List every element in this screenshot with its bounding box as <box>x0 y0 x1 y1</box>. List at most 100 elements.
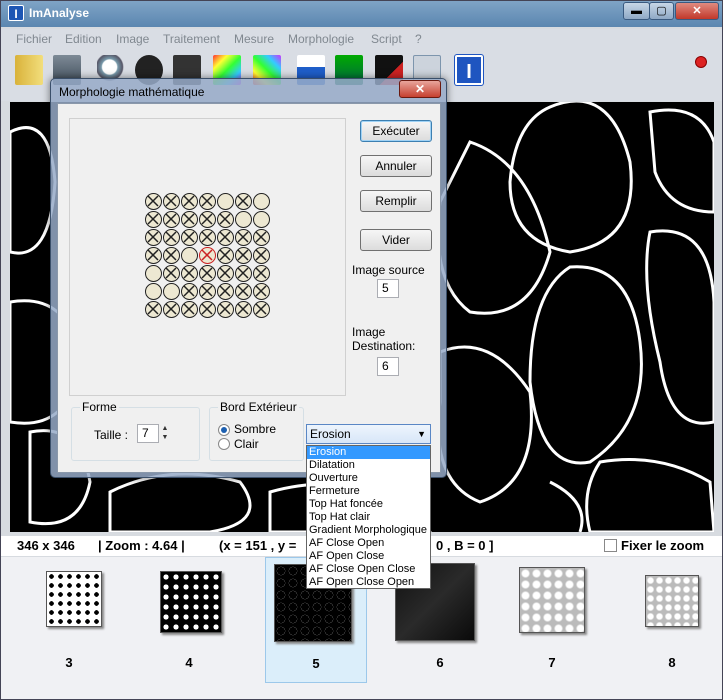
se-cell[interactable] <box>253 229 270 246</box>
se-cell[interactable] <box>181 247 198 264</box>
executer-button[interactable]: Exécuter <box>360 120 432 142</box>
menu-mesure[interactable]: Mesure <box>234 32 274 46</box>
sombre-label: Sombre <box>234 422 277 436</box>
image-source-input[interactable]: 5 <box>377 279 399 298</box>
se-cell[interactable] <box>235 211 252 228</box>
se-cell[interactable] <box>163 301 180 318</box>
se-cell[interactable] <box>163 265 180 282</box>
se-cell[interactable] <box>199 247 216 264</box>
maximize-button[interactable]: ▢ <box>649 2 674 20</box>
operation-option[interactable]: Top Hat clair <box>307 511 430 524</box>
operation-option[interactable]: AF Close Open <box>307 537 430 550</box>
se-cell[interactable] <box>199 265 216 282</box>
se-cell[interactable] <box>199 229 216 246</box>
se-cell[interactable] <box>217 247 234 264</box>
annuler-button[interactable]: Annuler <box>360 155 432 177</box>
se-cell[interactable] <box>199 193 216 210</box>
se-cell[interactable] <box>235 247 252 264</box>
operation-select[interactable]: Erosion ▼ <box>306 424 431 444</box>
se-cell[interactable] <box>217 229 234 246</box>
thumbnail-8[interactable]: 8 <box>621 557 723 681</box>
thumbnail-label: 4 <box>185 655 193 670</box>
operation-option[interactable]: Top Hat foncée <box>307 498 430 511</box>
dialog-close-button[interactable]: ✕ <box>399 80 441 98</box>
se-cell[interactable] <box>181 283 198 300</box>
menu-fichier[interactable]: Fichier <box>16 32 52 46</box>
se-cell[interactable] <box>199 301 216 318</box>
se-cell[interactable] <box>217 301 234 318</box>
se-cell[interactable] <box>253 283 270 300</box>
se-cell[interactable] <box>235 265 252 282</box>
menu-image[interactable]: Image <box>116 32 149 46</box>
se-cell[interactable] <box>181 193 198 210</box>
record-icon[interactable] <box>695 56 707 68</box>
se-cell[interactable] <box>217 193 234 210</box>
se-cell[interactable] <box>145 229 162 246</box>
folder-icon[interactable] <box>15 55 43 85</box>
structuring-element-grid[interactable] <box>145 193 271 319</box>
se-cell[interactable] <box>145 193 162 210</box>
taille-spinner[interactable]: ▲ ▼ <box>160 424 170 443</box>
thumbnail-label: 7 <box>548 655 556 670</box>
image-dest-input[interactable]: 6 <box>377 357 399 376</box>
thumbnail-7[interactable]: 7 <box>501 557 603 681</box>
fixer-zoom-checkbox[interactable] <box>604 539 617 552</box>
menu-edition[interactable]: Edition <box>65 32 102 46</box>
remplir-button[interactable]: Remplir <box>360 190 432 212</box>
minimize-button[interactable]: ▬ <box>623 2 650 20</box>
fixer-zoom-label: Fixer le zoom <box>621 538 705 553</box>
thumbnail-3[interactable]: 3 <box>18 557 120 681</box>
operation-option[interactable]: Erosion <box>307 446 430 459</box>
operation-option[interactable]: Gradient Morphologique <box>307 524 430 537</box>
clair-radio[interactable] <box>218 438 230 450</box>
se-cell[interactable] <box>253 193 270 210</box>
operation-option[interactable]: AF Close Open Close <box>307 563 430 576</box>
se-cell[interactable] <box>199 211 216 228</box>
logo-icon[interactable]: I <box>455 55 483 85</box>
se-cell[interactable] <box>235 301 252 318</box>
se-cell[interactable] <box>253 265 270 282</box>
thumbnail-4[interactable]: 4 <box>138 557 240 681</box>
se-cell[interactable] <box>217 211 234 228</box>
se-cell[interactable] <box>181 265 198 282</box>
menu-help[interactable]: ? <box>415 32 422 46</box>
operation-option[interactable]: AF Open Close <box>307 550 430 563</box>
se-cell[interactable] <box>217 283 234 300</box>
se-cell[interactable] <box>163 211 180 228</box>
taille-input[interactable]: 7 <box>137 424 159 443</box>
se-cell[interactable] <box>145 247 162 264</box>
se-cell[interactable] <box>235 193 252 210</box>
se-cell[interactable] <box>163 283 180 300</box>
se-cell[interactable] <box>181 211 198 228</box>
se-cell[interactable] <box>145 211 162 228</box>
operation-option[interactable]: Ouverture <box>307 472 430 485</box>
se-cell[interactable] <box>145 283 162 300</box>
se-cell[interactable] <box>163 247 180 264</box>
se-cell[interactable] <box>217 265 234 282</box>
operation-option[interactable]: AF Open Close Open <box>307 576 430 589</box>
sombre-radio[interactable] <box>218 424 230 436</box>
se-cell[interactable] <box>253 211 270 228</box>
menu-script[interactable]: Script <box>371 32 402 46</box>
menu-traitement[interactable]: Traitement <box>163 32 220 46</box>
menu-morphologie[interactable]: Morphologie <box>288 32 354 46</box>
se-cell[interactable] <box>145 265 162 282</box>
se-cell[interactable] <box>181 301 198 318</box>
dialog-body: Exécuter Annuler Remplir Vider Image sou… <box>57 103 441 473</box>
operation-option[interactable]: Dilatation <box>307 459 430 472</box>
se-cell[interactable] <box>163 229 180 246</box>
title-bar[interactable]: I ImAnalyse ▬ ▢ ✕ <box>1 1 722 27</box>
se-cell[interactable] <box>163 193 180 210</box>
close-button[interactable]: ✕ <box>675 2 719 20</box>
se-cell[interactable] <box>199 283 216 300</box>
vider-button[interactable]: Vider <box>360 229 432 251</box>
se-cell[interactable] <box>145 301 162 318</box>
se-cell[interactable] <box>235 229 252 246</box>
se-cell[interactable] <box>235 283 252 300</box>
clair-label: Clair <box>234 437 259 451</box>
se-cell[interactable] <box>253 301 270 318</box>
se-cell[interactable] <box>253 247 270 264</box>
operation-option[interactable]: Fermeture <box>307 485 430 498</box>
operation-dropdown-list: Erosion Dilatation Ouverture Fermeture Top H… <box>306 445 431 589</box>
se-cell[interactable] <box>181 229 198 246</box>
